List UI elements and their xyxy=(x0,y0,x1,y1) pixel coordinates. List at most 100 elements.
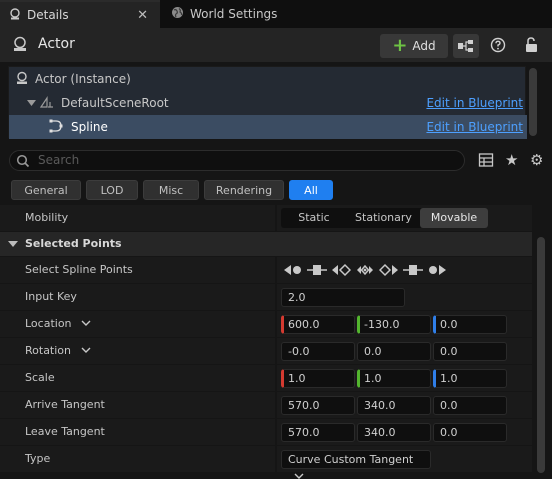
property-value: 1.0 1.0 1.0 xyxy=(277,365,532,391)
star-icon[interactable]: ★ xyxy=(505,151,518,169)
leave-tangent-z-field[interactable]: 0.0 xyxy=(433,423,507,442)
filter-lod[interactable]: LOD xyxy=(86,180,138,200)
property-row-select-spline-points: Select Spline Points xyxy=(0,257,532,284)
type-dropdown[interactable]: Curve Custom Tangent xyxy=(281,450,431,479)
property-row-type: Type Curve Custom Tangent xyxy=(0,446,532,479)
type-dropdown-value: Curve Custom Tangent xyxy=(288,453,414,466)
property-row-scale: Scale 1.0 1.0 1.0 xyxy=(0,365,532,392)
rotation-z-field[interactable]: 0.0 xyxy=(433,342,507,361)
lock-icon[interactable] xyxy=(524,36,540,57)
property-label: Scale xyxy=(0,365,275,391)
location-x-field[interactable]: 600.0 xyxy=(281,315,355,334)
help-icon[interactable] xyxy=(490,37,506,56)
tab-world-settings-label: World Settings xyxy=(190,7,278,21)
select-prev-point-icon[interactable] xyxy=(331,263,351,277)
search-placeholder: Search xyxy=(38,153,80,167)
details-header: Actor + Add xyxy=(0,28,552,62)
mobility-option-static[interactable]: Static xyxy=(281,208,347,228)
property-label: Mobility xyxy=(0,205,275,231)
tree-scrollbar[interactable] xyxy=(529,68,537,136)
property-row-mobility: Mobility Static Stationary Movable xyxy=(0,205,532,232)
property-value: -0.0 0.0 0.0 xyxy=(277,338,532,364)
grid-icon[interactable] xyxy=(478,152,494,171)
property-value: 570.0 340.0 0.0 xyxy=(277,392,532,418)
location-label: Location xyxy=(25,317,72,330)
select-all-points-icon[interactable] xyxy=(355,263,375,277)
property-row-location: Location 600.0 -130.0 0.0 xyxy=(0,311,532,338)
add-prev-point-icon[interactable] xyxy=(307,263,327,277)
add-button-label: Add xyxy=(412,39,436,53)
filter-rendering[interactable]: Rendering xyxy=(204,180,284,200)
tree-row-label: DefaultSceneRoot xyxy=(61,96,169,110)
select-first-point-icon[interactable] xyxy=(283,263,303,277)
scale-x-field[interactable]: 1.0 xyxy=(281,369,355,388)
hierarchy-button[interactable] xyxy=(453,34,479,58)
search-input[interactable]: Search xyxy=(9,150,465,171)
tree-row-label: Spline xyxy=(71,120,108,134)
leave-tangent-y-field[interactable]: 340.0 xyxy=(357,423,431,442)
leave-tangent-x-field[interactable]: 570.0 xyxy=(281,423,355,442)
property-row-leave-tangent: Leave Tangent 570.0 340.0 0.0 xyxy=(0,419,532,446)
select-last-point-icon[interactable] xyxy=(427,263,447,277)
add-next-point-icon[interactable] xyxy=(403,263,423,277)
property-label: Select Spline Points xyxy=(0,257,275,283)
chevron-down-icon[interactable] xyxy=(81,338,91,364)
arrive-tangent-y-field[interactable]: 340.0 xyxy=(357,396,431,415)
tab-details-label: Details xyxy=(27,8,69,22)
actor-title: Actor xyxy=(38,36,75,52)
property-value: 570.0 340.0 0.0 xyxy=(277,419,532,445)
property-label: Location xyxy=(0,311,275,337)
tab-bar: Details ✕ World Settings xyxy=(0,0,552,28)
arrive-tangent-x-field[interactable]: 570.0 xyxy=(281,396,355,415)
spline-icon xyxy=(49,119,63,136)
filter-all[interactable]: All xyxy=(289,180,333,200)
scale-z-field[interactable]: 1.0 xyxy=(433,369,507,388)
filter-misc[interactable]: Misc xyxy=(143,180,199,200)
actor-icon xyxy=(15,71,29,88)
location-z-field[interactable]: 0.0 xyxy=(433,315,507,334)
property-value: Static Stationary Movable xyxy=(277,205,532,231)
rotation-y-field[interactable]: 0.0 xyxy=(357,342,431,361)
scale-y-field[interactable]: 1.0 xyxy=(357,369,431,388)
tab-world-settings[interactable]: World Settings xyxy=(162,0,292,28)
tree-row-default-scene-root[interactable]: DefaultSceneRoot Edit in Blueprint xyxy=(9,91,527,115)
mobility-selector: Static Stationary Movable xyxy=(281,208,488,228)
chevron-down-icon[interactable] xyxy=(81,311,91,337)
scene-component-icon xyxy=(39,95,55,112)
property-label: Arrive Tangent xyxy=(0,392,275,418)
details-icon xyxy=(9,7,21,23)
location-y-field[interactable]: -130.0 xyxy=(357,315,431,334)
actor-icon xyxy=(12,36,28,55)
category-selected-points[interactable]: Selected Points xyxy=(0,232,532,256)
tree-row-spline[interactable]: Spline Edit in Blueprint xyxy=(9,115,527,139)
filter-general[interactable]: General xyxy=(11,180,81,200)
property-value xyxy=(277,257,532,283)
edit-in-blueprint-link[interactable]: Edit in Blueprint xyxy=(426,96,523,110)
property-row-rotation: Rotation -0.0 0.0 0.0 xyxy=(0,338,532,365)
select-next-point-icon[interactable] xyxy=(379,263,399,277)
mobility-option-stationary[interactable]: Stationary xyxy=(347,208,420,228)
property-row-input-key: Input Key 2.0 xyxy=(0,284,532,311)
property-row-arrive-tangent: Arrive Tangent 570.0 340.0 0.0 xyxy=(0,392,532,419)
chevron-down-icon xyxy=(294,468,304,479)
edit-in-blueprint-link[interactable]: Edit in Blueprint xyxy=(426,120,523,134)
collapse-arrow-icon[interactable] xyxy=(27,96,36,110)
category-title: Selected Points xyxy=(25,237,122,250)
plus-icon: + xyxy=(392,35,408,56)
tree-row-actor[interactable]: Actor (Instance) xyxy=(9,67,527,91)
details-scrollbar[interactable] xyxy=(537,237,545,473)
gear-icon[interactable]: ⚙ xyxy=(530,151,543,169)
component-tree: Actor (Instance) DefaultSceneRoot Edit i… xyxy=(8,66,527,139)
search-icon xyxy=(16,154,30,171)
input-key-field[interactable]: 2.0 xyxy=(281,288,405,307)
property-label: Leave Tangent xyxy=(0,419,275,445)
property-value: 2.0 xyxy=(277,284,532,310)
rotation-x-field[interactable]: -0.0 xyxy=(281,342,355,361)
arrive-tangent-z-field[interactable]: 0.0 xyxy=(433,396,507,415)
add-component-button[interactable]: + Add xyxy=(380,34,448,58)
tab-details[interactable]: Details ✕ xyxy=(0,0,160,28)
property-label: Type xyxy=(0,446,275,472)
close-icon[interactable]: ✕ xyxy=(137,8,148,23)
mobility-option-movable[interactable]: Movable xyxy=(420,208,488,228)
property-value: 600.0 -130.0 0.0 xyxy=(277,311,532,337)
